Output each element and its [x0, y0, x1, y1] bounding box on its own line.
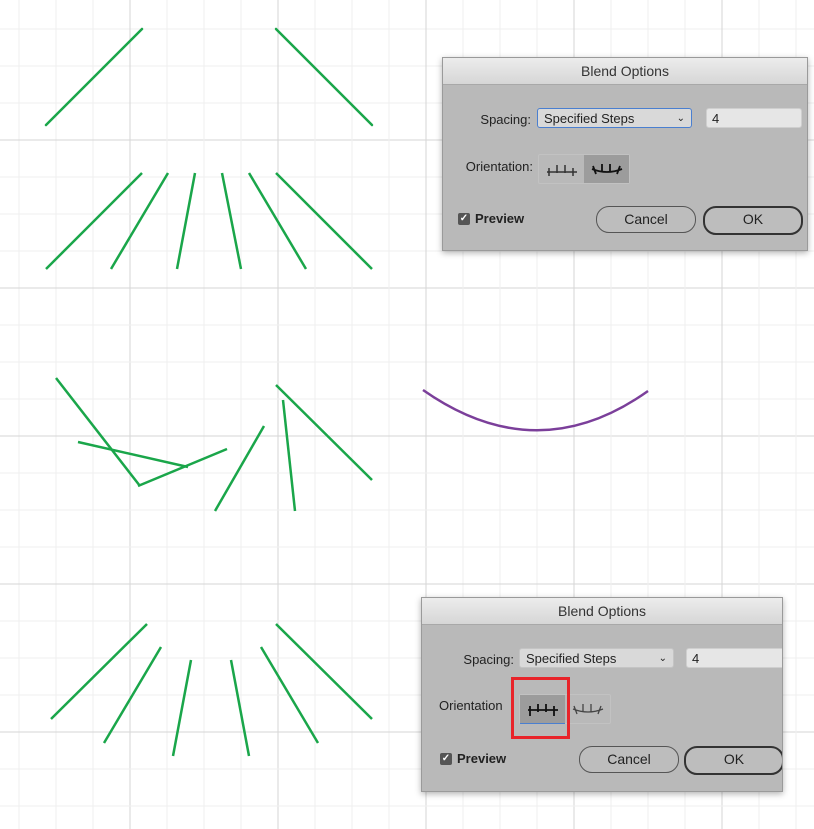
- blend-line: [274, 27, 374, 127]
- spacing-value: Specified Steps: [526, 651, 617, 666]
- blend-line: [137, 447, 228, 488]
- ok-button[interactable]: OK: [703, 206, 803, 235]
- preview-checkbox[interactable]: ✓ Preview: [458, 211, 524, 226]
- cancel-button[interactable]: Cancel: [579, 746, 679, 773]
- blend-line: [175, 172, 197, 270]
- highlight-box: [511, 677, 570, 739]
- blend-line: [50, 623, 148, 720]
- blend-line: [281, 399, 297, 512]
- blend-options-dialog: Blend Options Spacing: Specified Steps ⌄ …: [421, 597, 783, 792]
- blend-line: [44, 27, 144, 127]
- blend-line: [220, 172, 243, 270]
- spacing-dropdown[interactable]: Specified Steps ⌄: [537, 108, 692, 128]
- blend-line: [77, 440, 189, 469]
- blend-line: [229, 659, 251, 757]
- spacing-label: Spacing:: [463, 652, 514, 667]
- steps-input[interactable]: 4: [706, 108, 802, 128]
- blend-options-dialog: Blend Options Spacing: Specified Steps ⌄ …: [442, 57, 808, 251]
- orientation-label: Orientation: [439, 698, 503, 713]
- align-to-page-button[interactable]: [539, 155, 584, 183]
- cancel-button[interactable]: Cancel: [596, 206, 696, 233]
- spacing-label: Spacing:: [480, 112, 531, 127]
- blend-line: [45, 172, 143, 270]
- chevron-down-icon: ⌄: [658, 653, 667, 664]
- spacing-dropdown[interactable]: Specified Steps ⌄: [519, 648, 674, 668]
- blend-line: [213, 425, 266, 512]
- align-to-path-icon: [591, 164, 622, 175]
- align-to-page-icon: [546, 165, 577, 176]
- blend-group-3: [55, 377, 373, 512]
- ok-button[interactable]: OK: [684, 746, 782, 775]
- blend-line: [275, 623, 373, 720]
- orientation-toggle: [538, 154, 630, 184]
- checkmark-icon: ✓: [440, 752, 452, 765]
- blend-spine-path: [422, 388, 649, 432]
- spacing-value: Specified Steps: [544, 111, 635, 126]
- blend-line: [275, 172, 373, 270]
- dialog-title: Blend Options: [422, 598, 782, 625]
- checkmark-icon: ✓: [458, 212, 470, 225]
- preview-checkbox[interactable]: ✓ Preview: [440, 751, 506, 766]
- align-to-path-button[interactable]: [565, 695, 610, 723]
- blend-line: [171, 659, 193, 757]
- dialog-title: Blend Options: [443, 58, 807, 85]
- orientation-label: Orientation:: [465, 159, 533, 174]
- blend-group-2: [45, 172, 373, 270]
- blend-group-1: [44, 27, 374, 127]
- blend-line: [109, 172, 170, 270]
- align-to-path-icon: [572, 704, 603, 715]
- blend-group-4: [50, 623, 373, 757]
- steps-input[interactable]: 4: [686, 648, 782, 668]
- blend-line: [55, 377, 141, 487]
- align-to-path-button[interactable]: [584, 155, 629, 183]
- chevron-down-icon: ⌄: [676, 113, 685, 124]
